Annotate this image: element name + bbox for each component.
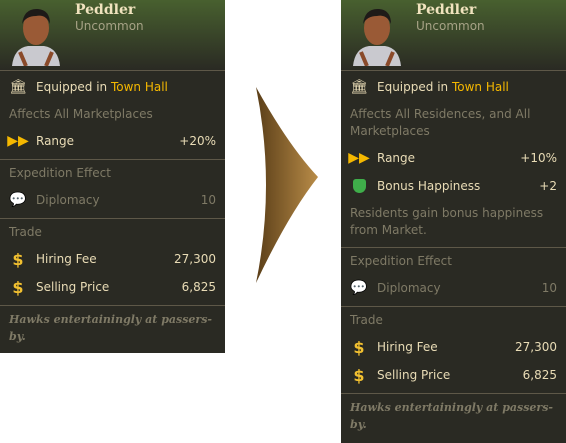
peddler-portrait: [353, 8, 401, 66]
expedition-label: Diplomacy: [36, 193, 100, 207]
stat-row: ▶▶ Range +20%: [0, 127, 225, 155]
expedition-row: 💬 Diplomacy 10: [341, 274, 566, 302]
specialist-name: Peddler: [416, 2, 477, 18]
diplomacy-icon: 💬: [350, 280, 368, 296]
equipped-label: Equipped in: [36, 80, 108, 94]
specialist-tooltip-after: Peddler Uncommon 🏛 Equipped in Town Hall …: [341, 0, 566, 443]
town-hall-icon: 🏛: [350, 79, 368, 95]
coin-icon: $: [12, 249, 24, 269]
stat-label: Bonus Happiness: [377, 179, 481, 193]
stat-row: ▶▶ Range +10%: [341, 144, 566, 172]
tooltip-header: Peddler Uncommon: [0, 0, 225, 71]
expedition-title: Expedition Effect: [350, 254, 452, 268]
expedition-label: Diplomacy: [377, 281, 441, 295]
stat-label: Range: [36, 134, 75, 148]
stat-label: Range: [377, 151, 416, 165]
trade-title: Trade: [9, 225, 42, 239]
equipped-row: 🏛 Equipped in Town Hall: [341, 73, 566, 101]
specialist-name: Peddler: [75, 2, 136, 18]
coin-icon: $: [353, 337, 365, 357]
expedition-row: 💬 Diplomacy 10: [0, 186, 225, 214]
trade-title: Trade: [350, 313, 383, 327]
peddler-portrait: [12, 8, 60, 66]
hiring-label: Hiring Fee: [377, 340, 438, 354]
selling-value: 6,825: [522, 368, 557, 382]
hiring-fee-row: $ Hiring Fee 27,300: [341, 333, 566, 361]
expedition-value: 10: [541, 281, 557, 295]
expedition-title: Expedition Effect: [9, 166, 111, 180]
specialist-tooltip-before: Peddler Uncommon 🏛 Equipped in Town Hall …: [0, 0, 225, 353]
stat-value: +10%: [520, 151, 557, 165]
selling-value: 6,825: [181, 280, 216, 294]
tooltip-header: Peddler Uncommon: [341, 0, 566, 71]
selling-label: Selling Price: [377, 368, 451, 382]
hiring-value: 27,300: [515, 340, 557, 354]
coin-icon: $: [12, 277, 24, 297]
expedition-value: 10: [200, 193, 216, 207]
flavor-text: Hawks entertainingly at passers-by.: [350, 401, 553, 431]
affects-text: Affects All Residences, and All Marketpl…: [350, 107, 531, 138]
stat-row: Bonus Happiness +2: [341, 172, 566, 200]
town-hall-icon: 🏛: [9, 79, 27, 95]
rarity-label: Uncommon: [416, 19, 485, 33]
building-link[interactable]: Town Hall: [452, 80, 509, 94]
selling-price-row: $ Selling Price 6,825: [0, 273, 225, 301]
happiness-mask-icon: [350, 177, 368, 195]
building-link[interactable]: Town Hall: [111, 80, 168, 94]
equipped-row: 🏛 Equipped in Town Hall: [0, 73, 225, 101]
stat-value: +20%: [179, 134, 216, 148]
arrow-right-icon: [256, 87, 318, 283]
range-icon: ▶▶: [7, 133, 29, 149]
hiring-value: 27,300: [174, 252, 216, 266]
selling-price-row: $ Selling Price 6,825: [341, 361, 566, 389]
description-text: Residents gain bonus happiness from Mark…: [350, 206, 544, 237]
coin-icon: $: [353, 365, 365, 385]
stat-value: +2: [539, 179, 557, 193]
rarity-label: Uncommon: [75, 19, 144, 33]
hiring-fee-row: $ Hiring Fee 27,300: [0, 245, 225, 273]
range-icon: ▶▶: [348, 150, 370, 166]
diplomacy-icon: 💬: [9, 192, 27, 208]
affects-text: Affects All Marketplaces: [9, 107, 153, 121]
equipped-label: Equipped in: [377, 80, 449, 94]
flavor-text: Hawks entertainingly at passers-by.: [9, 313, 212, 343]
selling-label: Selling Price: [36, 280, 110, 294]
hiring-label: Hiring Fee: [36, 252, 97, 266]
